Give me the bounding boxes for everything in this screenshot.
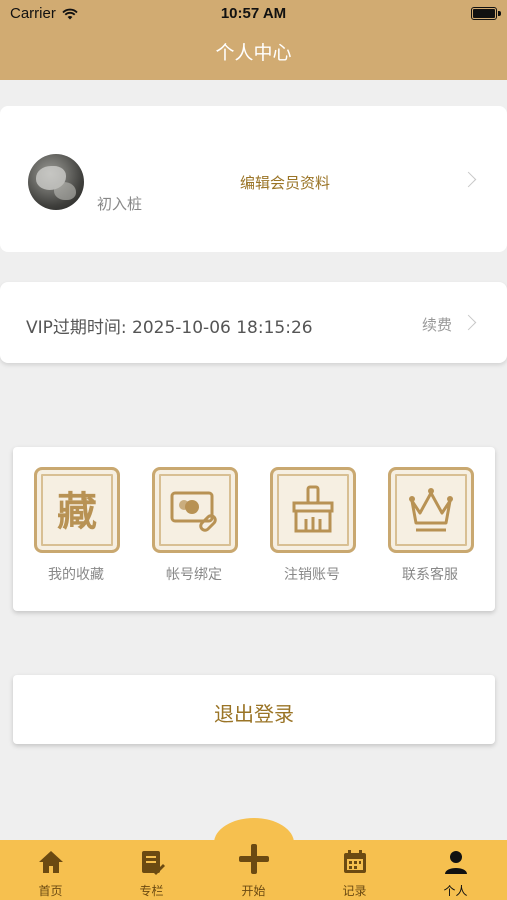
chevron-right-icon: [460, 314, 477, 331]
tab-label: 记录: [342, 884, 367, 898]
feature-label: 帐号绑定: [166, 567, 222, 583]
page-title: 个人中心: [215, 42, 292, 64]
account-link-icon: [152, 467, 238, 553]
logout-button[interactable]: 退出登录: [13, 675, 495, 744]
clock-time: 10:57 AM: [220, 5, 287, 22]
features-card: 藏 我的收藏 帐号绑定 注销账号 联系客服: [13, 447, 495, 611]
vip-card[interactable]: VIP过期时间: 2025-10-06 18:15:26 续费: [0, 282, 507, 363]
tab-start[interactable]: 开始: [203, 840, 304, 900]
renew-button[interactable]: 续费: [422, 314, 452, 335]
tab-home[interactable]: 首页: [0, 840, 101, 900]
status-bar: Carrier 10:57 AM: [0, 0, 507, 28]
home-icon: [38, 849, 64, 875]
vip-expiry-text: VIP过期时间: 2025-10-06 18:15:26: [26, 318, 313, 338]
broom-icon: [270, 467, 356, 553]
logout-label: 退出登录: [214, 702, 294, 726]
feature-contact-service[interactable]: 联系客服: [380, 467, 480, 587]
calendar-icon: [342, 849, 368, 875]
feature-cancel-account[interactable]: 注销账号: [262, 467, 362, 587]
feature-my-collection[interactable]: 藏 我的收藏: [26, 467, 126, 587]
tab-column[interactable]: 专栏: [101, 840, 202, 900]
avatar[interactable]: [28, 154, 84, 210]
tab-label: 个人: [443, 884, 468, 898]
feature-label: 注销账号: [284, 567, 340, 583]
edit-profile-link[interactable]: 编辑会员资料: [240, 172, 330, 193]
tab-records[interactable]: 记录: [304, 840, 405, 900]
tab-profile[interactable]: 个人: [405, 840, 506, 900]
person-icon: [443, 849, 469, 875]
battery-icon: [471, 7, 501, 20]
profile-card[interactable]: 初入桩 编辑会员资料: [0, 106, 507, 252]
tab-label: 首页: [38, 884, 63, 898]
svg-text:藏: 藏: [57, 488, 97, 535]
feature-label: 联系客服: [402, 567, 458, 583]
feature-label: 我的收藏: [48, 567, 104, 583]
column-icon: [139, 849, 165, 875]
plus-icon: [237, 842, 271, 876]
tab-label: 专栏: [139, 884, 164, 898]
tab-label: 开始: [241, 884, 266, 898]
feature-account-binding[interactable]: 帐号绑定: [144, 467, 244, 587]
chevron-right-icon: [460, 171, 477, 188]
crown-icon: [388, 467, 474, 553]
tab-bar: 首页 专栏 开始 记录 个人: [0, 840, 507, 900]
collection-icon: 藏: [34, 467, 120, 553]
username-label: 初入桩: [97, 195, 143, 213]
